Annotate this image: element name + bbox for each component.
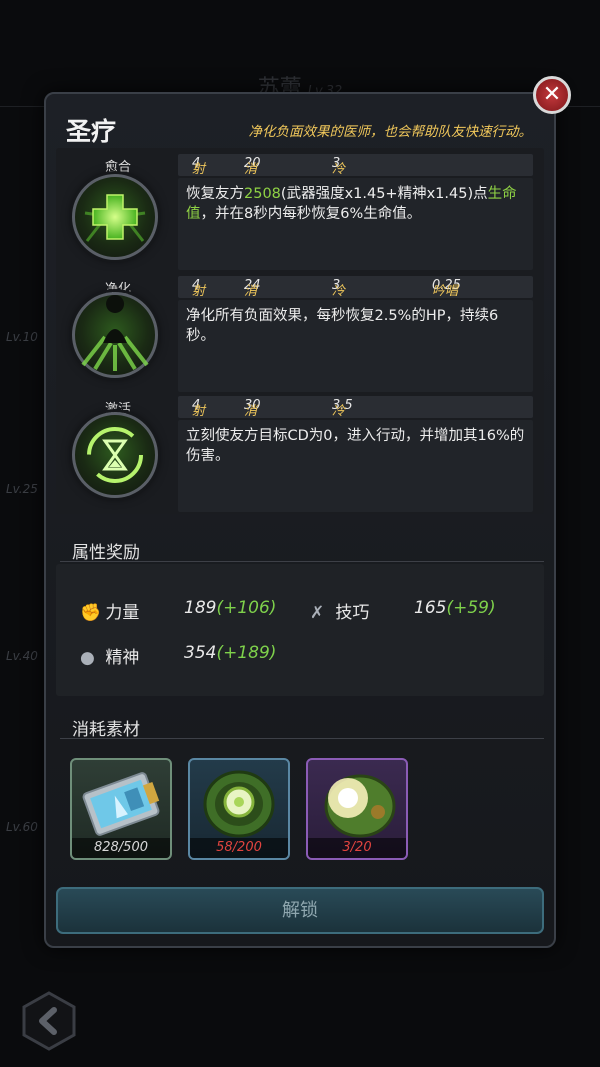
skill-stats: 射程 4 消耗MP20 冷却时间 3 [178,154,533,234]
close-icon: ✕ [542,82,562,107]
back-button[interactable] [20,990,78,1052]
skill-name: 愈合 [104,160,131,175]
attribute-label: 精神 [105,648,140,668]
section-divider [60,561,544,562]
fist-icon: ✊ [80,603,102,623]
attribute-value: 189(+106) [184,598,277,618]
materials-title: 消耗素材 [72,720,140,740]
material-item[interactable]: 828/500 [70,758,172,860]
skill-description: 净化所有负面效果，每秒恢复2.5%的HP，持续6秒。 [178,300,533,392]
data-chip-icon [82,772,160,836]
attribute-spirit: ● 精神 [80,643,139,668]
attribute-skill: ✗ 技巧 [310,598,369,623]
level-marker: Lv.60 [6,820,38,834]
unlock-button[interactable]: 解锁 [56,887,544,934]
dialog-title: 圣疗 [66,117,117,146]
attributes-panel: ✊ 力量 189(+106) ✗ 技巧 165(+59) ● 精神 354(+1… [56,564,544,696]
skills-panel: 愈合 射程 4 消耗MP20 冷却时间 3 恢复友方2508(武器强度x1.45… [56,148,544,514]
skill-activate[interactable]: 激活 射程 4 消耗MP30 冷却时间 3.5 立刻使友方目标CD为0，进入行动… [56,396,544,516]
material-item[interactable]: 58/200 [188,758,290,860]
skill-description: 立刻使友方目标CD为0，进入行动，并增加其16%的伤害。 [178,420,533,512]
level-marker: Lv.40 [6,649,38,663]
attribute-value: 165(+59) [414,598,496,618]
attribute-label: 力量 [105,603,140,623]
skill-stats: 射程 4 消耗MP24 冷却时间 3 吟唱时间 0.25 [178,276,533,356]
attribute-strength: ✊ 力量 [80,598,139,623]
tools-icon: ✗ [310,603,325,623]
skill-heal[interactable]: 愈合 射程 4 消耗MP20 冷却时间 3 恢复友方2508(武器强度x1.45… [56,154,544,274]
level-marker: Lv.25 [6,482,38,496]
purify-figure-icon[interactable] [72,292,158,378]
attribute-label: 技巧 [335,603,370,623]
material-item[interactable]: 3/20 [306,758,408,860]
level-marker: Lv.10 [6,330,38,344]
material-count: 58/200 [190,838,288,858]
section-divider [60,738,544,739]
attribute-value: 354(+189) [184,643,277,663]
dialog-description: 净化负面效果的医师，也会帮助队友快速行动。 [248,124,533,140]
close-button[interactable]: ✕ [533,76,571,114]
attributes-title: 属性奖励 [72,543,140,563]
material-count: 3/20 [308,838,406,858]
heal-cross-icon[interactable] [72,174,158,260]
material-count: 828/500 [72,838,170,858]
skill-description: 恢复友方2508(武器强度x1.45+精神x1.45)点生命值，并在8秒内每秒恢… [178,178,533,270]
skill-stats: 射程 4 消耗MP30 冷却时间 3.5 [178,396,533,476]
glowing-core-icon [324,774,396,838]
green-core-icon [203,770,275,838]
head-icon: ● [80,648,95,668]
skill-purify[interactable]: 净化 射程 4 消耗MP24 冷却时间 3 吟唱时间 0.25 净化所有负面效果… [56,276,544,396]
hourglass-cycle-icon[interactable] [72,412,158,498]
back-arrow-icon [22,991,76,1051]
